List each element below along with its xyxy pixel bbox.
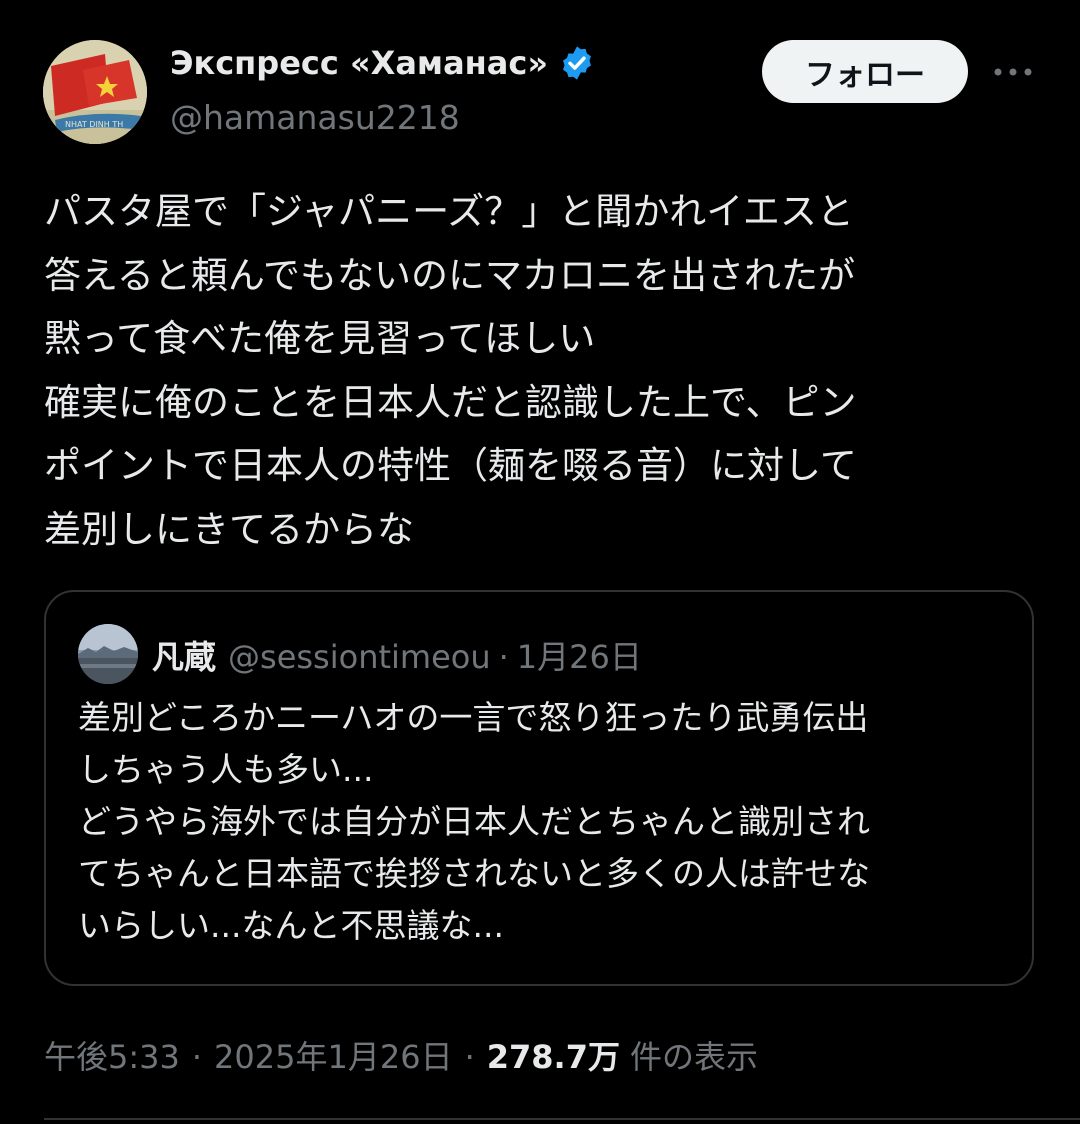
tweet-line: 答えると頼んでもないのにマカロニを出されたが [44,253,856,297]
author-name-text[interactable]: Экспресс «Хаманас» [170,44,548,82]
quoted-separator: · [498,638,509,676]
avatar-banner-text: NHAT DINH TH [65,120,123,129]
quoted-tweet-card[interactable]: 凡蔵 @sessiontimeou · 1月26日 差別どころかニーハオの一言で… [44,590,1034,986]
follow-button[interactable]: フォロー [762,40,968,103]
verified-badge-icon[interactable] [558,44,596,82]
tweet-line: 差別しにきてるからな [44,507,414,551]
quoted-header: 凡蔵 @sessiontimeou · 1月26日 [152,632,642,678]
author-display-name[interactable]: Экспресс «Хаманас» [170,44,596,82]
views-count[interactable]: 278.7万 [487,1032,620,1078]
author-avatar[interactable]: NHAT DINH TH [43,40,147,144]
tweet-line: 確実に俺のことを日本人だと認識した上で、ピン [44,380,857,424]
tweet-time[interactable]: 午後5:33 [44,1032,180,1078]
quoted-line: どうやら海外では自分が日本人だとちゃんと識別され [78,802,870,841]
tweet-line: ポイントで日本人の特性（麺を啜る音）に対して [44,444,857,487]
quoted-line: いらしい...なんと不思議な... [78,906,504,945]
quoted-date[interactable]: 1月26日 [517,632,642,678]
tweet-line: パスタ屋で「ジャパニーズ？」と聞かれイエスと [44,190,854,233]
tweet-date[interactable]: 2025年1月26日 [214,1032,453,1078]
quoted-line: 差別どころかニーハオの一言で怒り狂ったり武勇伝出 [78,698,869,737]
divider [44,1118,1080,1120]
views-label[interactable]: 件の表示 [630,1032,758,1078]
quoted-line: てちゃんと日本語で挨拶されないと多くの人は許せな [78,854,870,893]
more-options-icon[interactable] [990,50,1036,94]
tweet-text: パスタ屋で「ジャパニーズ？」と聞かれイエスと 答えると頼んでもないのにマカロニを… [44,180,1044,561]
tweet-line: 黙って食べた俺を見習ってほしい [44,317,596,360]
quoted-line: しちゃう人も多い... [78,750,374,789]
meta-separator: · [191,1038,203,1076]
quoted-tweet-text: 差別どころかニーハオの一言で怒り狂ったり武勇伝出 しちゃう人も多い... どうや… [78,692,870,952]
quoted-author-name[interactable]: 凡蔵 [152,632,216,678]
meta-separator: · [464,1038,475,1076]
tweet-meta: 午後5:33 · 2025年1月26日 · 278.7万 件の表示 [44,1032,758,1078]
quoted-author-handle[interactable]: @sessiontimeou [228,638,491,676]
quoted-author-avatar[interactable] [78,624,138,684]
author-handle[interactable]: @hamanasu2218 [170,98,460,137]
